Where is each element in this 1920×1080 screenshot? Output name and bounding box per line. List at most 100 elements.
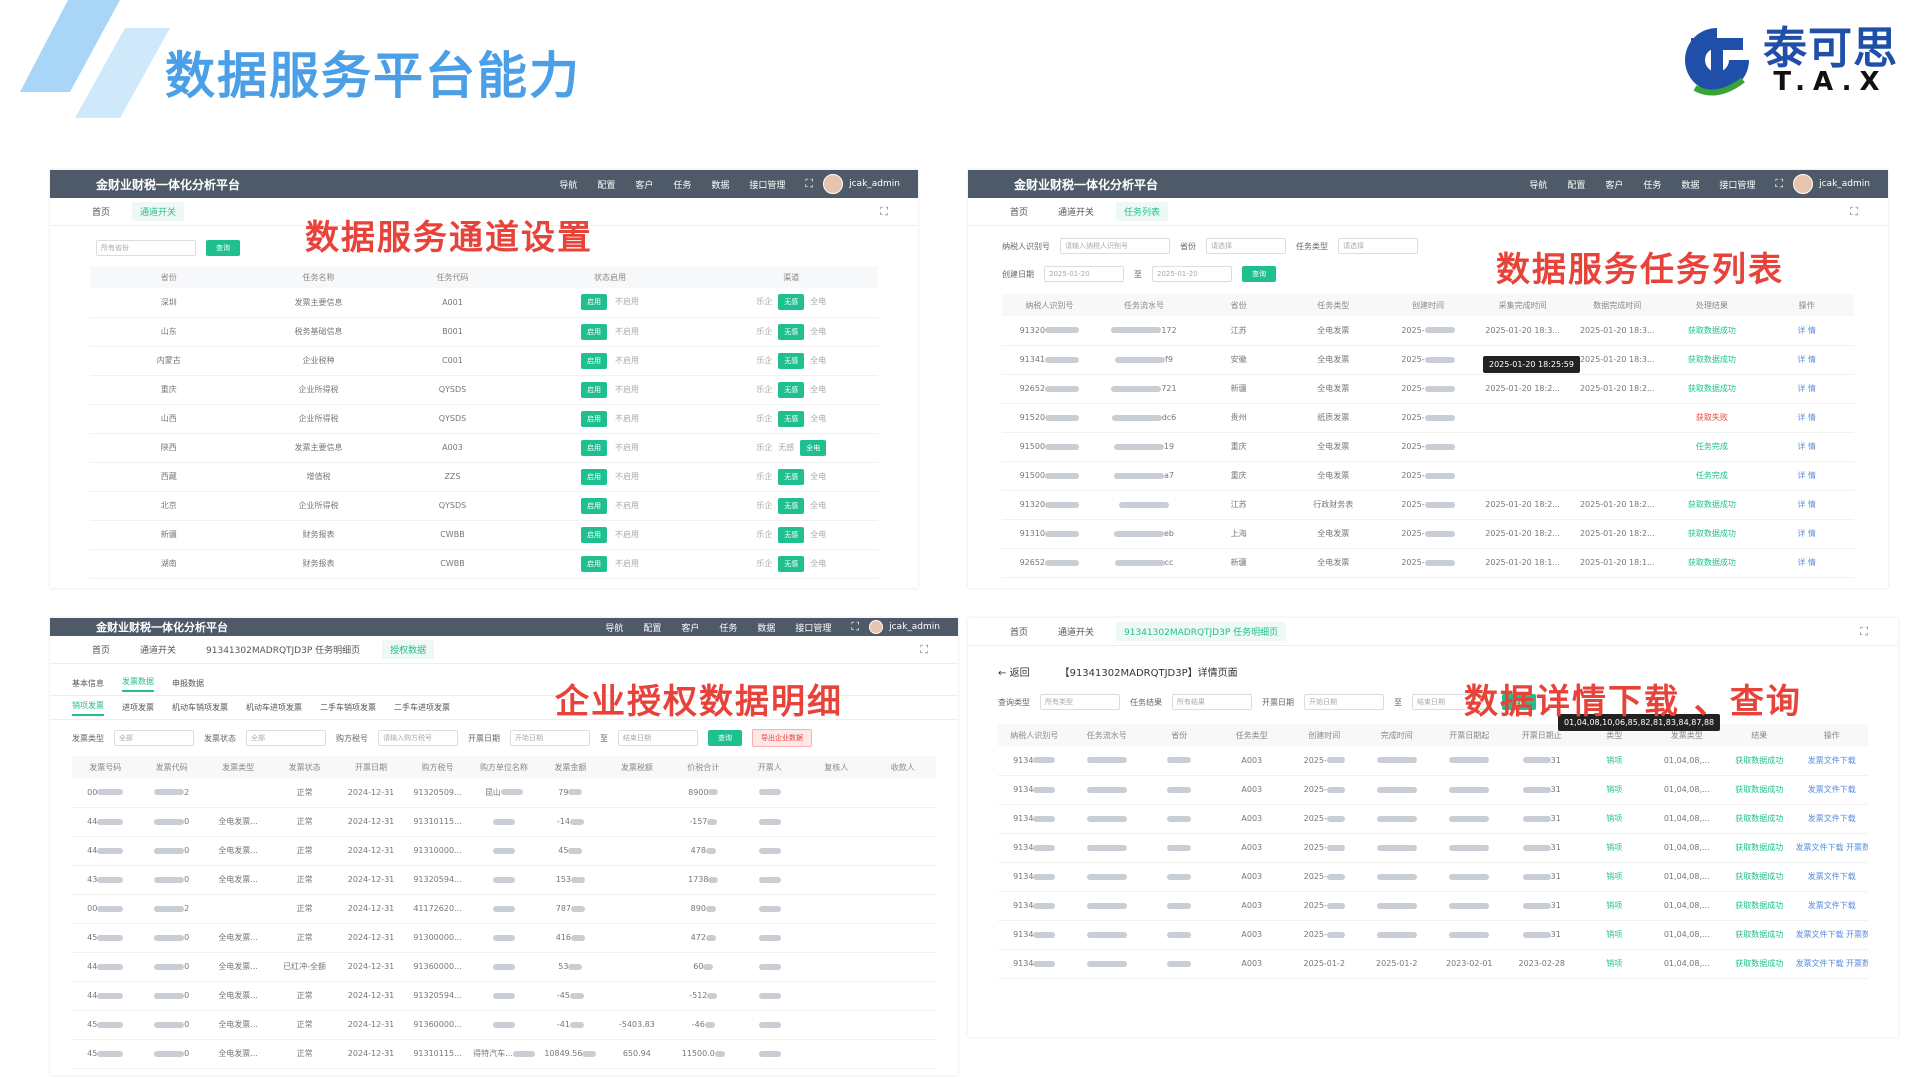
nav-item[interactable]: 客户 [1605, 178, 1623, 191]
avatar[interactable] [869, 620, 884, 634]
disable-button[interactable]: 不启用 [615, 530, 639, 539]
disable-button[interactable]: 不启用 [615, 559, 639, 568]
tab-home[interactable]: 首页 [84, 640, 118, 659]
operation-cell[interactable]: 详 情 [1759, 374, 1854, 404]
fullscreen-icon[interactable]: ⛶ [805, 177, 813, 191]
subtab-purchase-invoice[interactable]: 进项发票 [122, 702, 154, 713]
operation-cell[interactable]: 详 情 [1759, 548, 1854, 578]
nav-item[interactable]: 任务 [673, 178, 691, 191]
channel-option[interactable]: 无感 [778, 443, 794, 452]
user-name[interactable]: jcak_admin [1819, 179, 1870, 189]
date-from-input[interactable]: 开始日期 [1304, 694, 1384, 710]
tab-home[interactable]: 首页 [84, 202, 118, 221]
operation-cell[interactable]: 发票文件下载 [1795, 891, 1868, 921]
nav-item[interactable]: 客户 [681, 621, 699, 634]
nav-item[interactable]: 接口管理 [749, 178, 785, 191]
enable-button[interactable]: 启用 [581, 468, 608, 485]
tab-task-detail[interactable]: 91341302MADRQTJD3P 任务明细页 [198, 640, 368, 659]
nav-item[interactable]: 任务 [1643, 178, 1661, 191]
channel-option[interactable]: 无感 [778, 410, 805, 427]
channel-option[interactable]: 全电 [810, 472, 826, 481]
tab-home[interactable]: 首页 [1002, 202, 1036, 221]
enable-button[interactable]: 启用 [581, 555, 608, 572]
disable-button[interactable]: 不启用 [615, 327, 639, 336]
channel-option[interactable]: 全电 [810, 297, 826, 306]
channel-option[interactable]: 乐企 [756, 327, 772, 336]
search-button[interactable]: 查询 [708, 730, 742, 746]
expand-icon[interactable]: ⛶ [1860, 625, 1868, 639]
tab-authorized-data[interactable]: 授权数据 [382, 640, 435, 659]
channel-option[interactable]: 全电 [810, 559, 826, 568]
enable-button[interactable]: 启用 [581, 323, 608, 340]
enable-button[interactable]: 启用 [581, 497, 608, 514]
channel-option[interactable]: 无感 [778, 294, 805, 311]
nav-item[interactable]: 任务 [719, 621, 737, 634]
operation-cell[interactable]: 发票文件下载 [1795, 775, 1868, 805]
enable-button[interactable]: 启用 [581, 439, 608, 456]
task-result-select[interactable]: 所有结果 [1172, 694, 1252, 710]
channel-option[interactable]: 乐企 [756, 414, 772, 423]
channel-option[interactable]: 乐企 [756, 297, 772, 306]
avatar[interactable] [823, 174, 844, 194]
channel-option[interactable]: 乐企 [756, 501, 772, 510]
type-select[interactable]: 请选择 [1338, 238, 1418, 254]
tab-channel[interactable]: 通道开关 [132, 640, 184, 659]
nav-item[interactable]: 配置 [1567, 178, 1585, 191]
channel-option[interactable]: 无感 [778, 381, 805, 398]
operation-cell[interactable]: 详 情 [1759, 345, 1854, 375]
operation-cell[interactable]: 详 情 [1759, 461, 1854, 491]
nav-item[interactable]: 数据 [711, 178, 729, 191]
channel-option[interactable]: 乐企 [756, 443, 772, 452]
disable-button[interactable]: 不启用 [615, 443, 639, 452]
nav-item[interactable]: 接口管理 [1719, 178, 1755, 191]
operation-cell[interactable]: 发票文件下载 [1795, 746, 1868, 776]
channel-option[interactable]: 全电 [810, 530, 826, 539]
subtab-vehicle-sales[interactable]: 机动车销项发票 [172, 702, 228, 713]
nav-item[interactable]: 数据 [757, 621, 775, 634]
tab-channel[interactable]: 通道开关 [1050, 202, 1102, 221]
nav-item[interactable]: 配置 [643, 621, 661, 634]
enable-button[interactable]: 启用 [581, 352, 608, 369]
expand-icon[interactable]: ⛶ [920, 643, 928, 657]
operation-cell[interactable]: 发票文件下载 开票数据下载 [1795, 920, 1868, 950]
channel-option[interactable]: 无感 [778, 555, 805, 572]
channel-option[interactable]: 乐企 [756, 530, 772, 539]
operation-cell[interactable]: 发票文件下载 开票数据下载 [1795, 949, 1868, 979]
expand-icon[interactable]: ⛶ [1850, 205, 1858, 219]
channel-option[interactable]: 无感 [778, 468, 805, 485]
disable-button[interactable]: 不启用 [615, 414, 639, 423]
export-button[interactable]: 导出企业数据 [752, 729, 812, 747]
tab-channel[interactable]: 通道开关 [132, 202, 185, 221]
enable-button[interactable]: 启用 [581, 526, 608, 543]
operation-cell[interactable]: 发票文件下载 [1795, 804, 1868, 834]
channel-option[interactable]: 全电 [810, 501, 826, 510]
disable-button[interactable]: 不启用 [615, 297, 639, 306]
disable-button[interactable]: 不启用 [615, 472, 639, 481]
subtab-used-car-purchase[interactable]: 二手车进项发票 [394, 702, 450, 713]
invoice-type-select[interactable]: 全部 [114, 730, 194, 746]
fullscreen-icon[interactable]: ⛶ [851, 620, 859, 634]
nav-item[interactable]: 导航 [559, 178, 577, 191]
subtab-basic-info[interactable]: 基本信息 [72, 678, 104, 689]
tab-channel[interactable]: 通道开关 [1050, 622, 1102, 641]
tab-task-list[interactable]: 任务列表 [1116, 202, 1169, 221]
date-to-input[interactable]: 2025-01-20 [1152, 266, 1232, 282]
channel-option[interactable]: 全电 [810, 385, 826, 394]
user-name[interactable]: jcak_admin [849, 179, 900, 189]
nav-item[interactable]: 导航 [1529, 178, 1547, 191]
back-link[interactable]: ← 返回 [998, 664, 1030, 679]
channel-option[interactable]: 乐企 [756, 356, 772, 365]
province-select[interactable]: 所有省份 [96, 240, 196, 256]
date-to-input[interactable]: 结束日期 [618, 730, 698, 746]
channel-option[interactable]: 乐企 [756, 559, 772, 568]
disable-button[interactable]: 不启用 [615, 356, 639, 365]
channel-option[interactable]: 全电 [800, 439, 827, 456]
date-from-input[interactable]: 2025-01-20 [1044, 266, 1124, 282]
province-select[interactable]: 请选择 [1206, 238, 1286, 254]
channel-option[interactable]: 无感 [778, 352, 805, 369]
operation-cell[interactable]: 详 情 [1759, 316, 1854, 346]
subtab-used-car-sales[interactable]: 二手车销项发票 [320, 702, 376, 713]
query-type-select[interactable]: 所有类型 [1040, 694, 1120, 710]
nav-item[interactable]: 接口管理 [795, 621, 831, 634]
enable-button[interactable]: 启用 [581, 410, 608, 427]
